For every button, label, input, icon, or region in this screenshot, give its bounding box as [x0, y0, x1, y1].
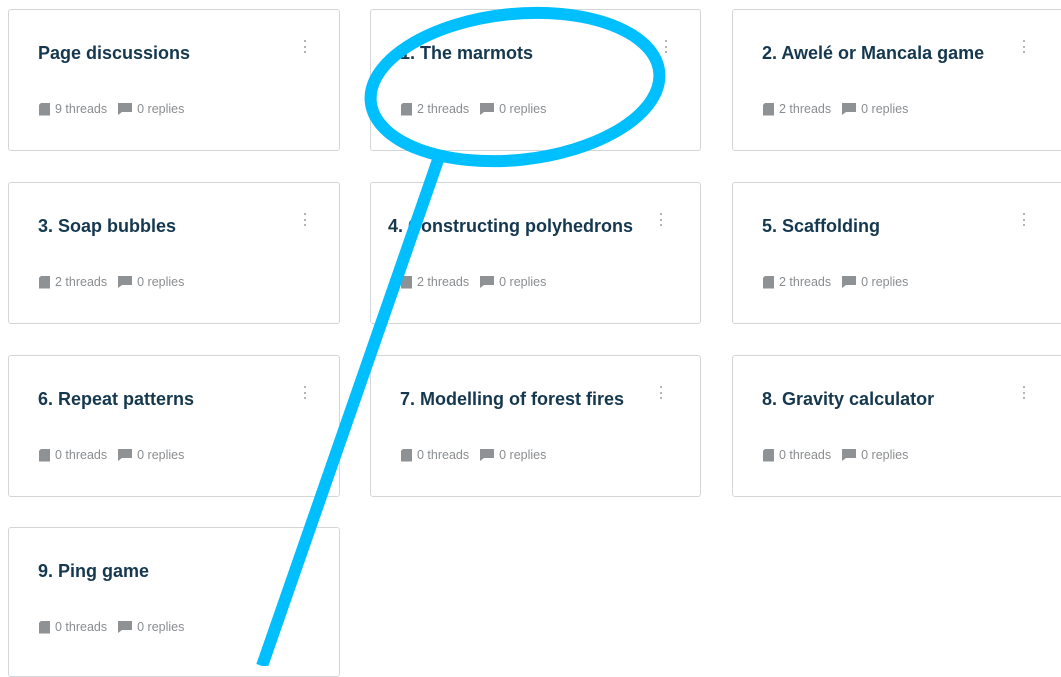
card-stats: 2 threads 0 replies: [763, 275, 908, 289]
reply-count: 0 replies: [137, 275, 185, 289]
card-title[interactable]: 4. Constructing polyhedrons: [388, 216, 633, 237]
card-stats: 9 threads 0 replies: [39, 102, 184, 116]
reply-count: 0 replies: [137, 620, 185, 634]
discussion-card[interactable]: 1. The marmots 2 threads 0 replies: [370, 9, 701, 151]
reply-icon: [842, 276, 857, 288]
discussion-card[interactable]: 7. Modelling of forest fires 0 threads 0…: [370, 355, 701, 497]
card-stats: 0 threads 0 replies: [39, 448, 184, 462]
thread-icon: [39, 102, 50, 116]
card-stats: 2 threads 0 replies: [401, 102, 546, 116]
more-options-icon[interactable]: [665, 40, 668, 53]
card-title[interactable]: 8. Gravity calculator: [762, 389, 934, 410]
card-stats: 0 threads 0 replies: [39, 620, 184, 634]
card-title[interactable]: 7. Modelling of forest fires: [400, 389, 624, 410]
card-title[interactable]: 3. Soap bubbles: [38, 216, 176, 237]
discussion-card[interactable]: 4. Constructing polyhedrons 2 threads 0 …: [370, 182, 701, 324]
thread-icon: [401, 275, 412, 289]
card-stats: 0 threads 0 replies: [763, 448, 908, 462]
more-options-icon[interactable]: [1023, 40, 1026, 53]
more-options-icon[interactable]: [660, 213, 663, 226]
card-title[interactable]: 1. The marmots: [400, 43, 533, 64]
reply-icon: [118, 276, 133, 288]
reply-icon: [118, 103, 133, 115]
thread-icon: [401, 102, 412, 116]
thread-count: 0 threads: [417, 448, 470, 462]
reply-icon: [480, 449, 495, 461]
thread-icon: [39, 275, 50, 289]
discussion-card[interactable]: 8. Gravity calculator 0 threads 0 replie…: [732, 355, 1061, 497]
more-options-icon[interactable]: [1023, 386, 1026, 399]
more-options-icon[interactable]: [304, 386, 307, 399]
reply-icon: [480, 103, 495, 115]
card-stats: 2 threads 0 replies: [39, 275, 184, 289]
reply-icon: [480, 276, 495, 288]
thread-count: 2 threads: [779, 102, 832, 116]
thread-icon: [39, 448, 50, 462]
reply-count: 0 replies: [499, 275, 547, 289]
thread-count: 2 threads: [417, 102, 470, 116]
reply-count: 0 replies: [137, 102, 185, 116]
thread-icon: [763, 102, 774, 116]
thread-count: 2 threads: [55, 275, 108, 289]
card-title[interactable]: 5. Scaffolding: [762, 216, 880, 237]
thread-count: 0 threads: [55, 620, 108, 634]
discussion-card[interactable]: 6. Repeat patterns 0 threads 0 replies: [8, 355, 340, 497]
card-stats: 2 threads 0 replies: [401, 275, 546, 289]
thread-count: 2 threads: [779, 275, 832, 289]
card-title[interactable]: 6. Repeat patterns: [38, 389, 194, 410]
reply-count: 0 replies: [861, 448, 909, 462]
thread-count: 0 threads: [55, 448, 108, 462]
reply-icon: [118, 621, 133, 633]
card-title[interactable]: 2. Awelé or Mancala game: [762, 43, 984, 64]
reply-icon: [842, 103, 857, 115]
thread-icon: [39, 620, 50, 634]
card-stats: 2 threads 0 replies: [763, 102, 908, 116]
card-stats: 0 threads 0 replies: [401, 448, 546, 462]
thread-count: 9 threads: [55, 102, 108, 116]
reply-count: 0 replies: [861, 275, 909, 289]
discussion-card[interactable]: Page discussions 9 threads 0 replies: [8, 9, 340, 151]
thread-icon: [763, 275, 774, 289]
reply-count: 0 replies: [499, 102, 547, 116]
reply-icon: [118, 449, 133, 461]
more-options-icon[interactable]: [304, 40, 307, 53]
more-options-icon[interactable]: [660, 386, 663, 399]
reply-icon: [842, 449, 857, 461]
reply-count: 0 replies: [499, 448, 547, 462]
card-title[interactable]: Page discussions: [38, 43, 190, 64]
discussion-card[interactable]: 9. Ping game 0 threads 0 replies: [8, 527, 340, 677]
reply-count: 0 replies: [861, 102, 909, 116]
more-options-icon[interactable]: [1023, 213, 1026, 226]
reply-count: 0 replies: [137, 448, 185, 462]
card-title[interactable]: 9. Ping game: [38, 561, 149, 582]
discussion-card[interactable]: 5. Scaffolding 2 threads 0 replies: [732, 182, 1061, 324]
discussion-card[interactable]: 2. Awelé or Mancala game 2 threads 0 rep…: [732, 9, 1061, 151]
thread-count: 2 threads: [417, 275, 470, 289]
thread-icon: [401, 448, 412, 462]
thread-count: 0 threads: [779, 448, 832, 462]
more-options-icon[interactable]: [304, 213, 307, 226]
thread-icon: [763, 448, 774, 462]
discussion-card[interactable]: 3. Soap bubbles 2 threads 0 replies: [8, 182, 340, 324]
